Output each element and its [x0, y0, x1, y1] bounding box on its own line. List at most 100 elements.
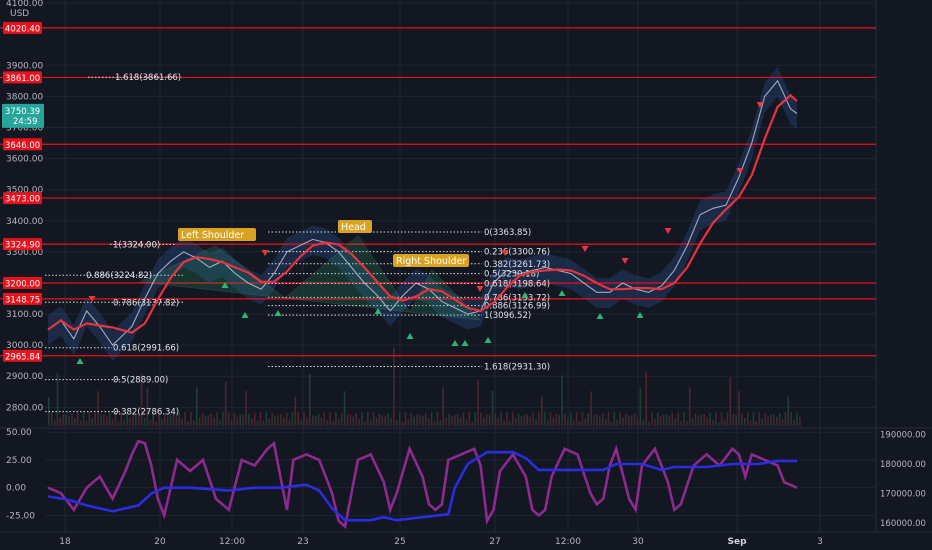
volume-bar	[224, 381, 227, 426]
volume-bar	[735, 414, 737, 426]
volume-bar	[520, 416, 523, 426]
time-tick-label: 12:00	[555, 537, 581, 547]
volume-bar	[526, 414, 529, 426]
price-chart[interactable]: 4100.003900.003800.003700.003600.003500.…	[0, 0, 932, 550]
indicator-right-tick-label: 170000.00	[880, 490, 926, 500]
volume-bar	[439, 420, 442, 426]
volume-bar	[541, 396, 543, 426]
volume-bar	[477, 379, 479, 426]
volume-bar	[343, 391, 346, 426]
volume-bar	[581, 412, 584, 426]
volume-bar	[555, 413, 558, 426]
volume-bar	[143, 417, 146, 426]
volume-bar	[500, 412, 502, 426]
fib-right-label: 0(3363.85)	[484, 228, 531, 238]
volume-bar	[210, 413, 212, 426]
volume-bar	[506, 412, 508, 426]
volume-bar	[657, 412, 659, 426]
volume-bar	[303, 412, 305, 426]
volume-bar	[387, 413, 389, 426]
volume-bar	[422, 416, 424, 426]
volume-bar	[659, 416, 662, 426]
volume-bar	[732, 414, 734, 426]
fib-left-label: 0.618(2991.66)	[113, 344, 179, 354]
volume-bar	[129, 417, 131, 426]
volume-bar	[251, 418, 253, 426]
volume-bar	[590, 391, 592, 426]
time-tick-label: 3	[817, 537, 823, 547]
time-tick-label: 12:00	[219, 537, 245, 547]
volume-bar	[674, 418, 676, 426]
volume-bar	[79, 420, 82, 426]
volume-bar	[729, 377, 732, 426]
volume-bar	[242, 414, 244, 426]
volume-bar	[755, 420, 758, 426]
volume-bar	[320, 417, 323, 426]
volume-bar	[662, 414, 665, 426]
volume-bar	[207, 415, 210, 426]
volume-bar	[639, 387, 642, 426]
volume-bar	[485, 414, 488, 426]
volume-bar	[262, 420, 265, 426]
volume-bar	[367, 412, 369, 426]
volume-bar	[253, 412, 256, 426]
chart-root: 4100.00 3900.00 3800.00 3700.00 3600.00 3500.…	[0, 0, 932, 550]
volume-bar	[265, 412, 268, 426]
volume-bar	[494, 413, 497, 426]
volume-bar	[572, 420, 575, 426]
volume-bar	[85, 420, 88, 426]
volume-bar	[274, 415, 276, 426]
volume-bar	[784, 412, 787, 426]
volume-bar	[549, 412, 552, 426]
level-label: 3473.00	[5, 195, 40, 205]
volume-bar	[413, 416, 415, 426]
volume-bar	[509, 420, 511, 426]
volume-bar	[427, 418, 430, 426]
price-tick-label: 3100.00	[6, 310, 43, 320]
volume-bar	[546, 419, 549, 426]
volume-bar	[523, 414, 526, 426]
volume-bar	[651, 412, 653, 426]
volume-bar	[723, 419, 726, 426]
volume-bar	[584, 418, 587, 426]
volume-bar	[193, 420, 195, 426]
fib-left-label: 0.786(3137.82)	[113, 298, 179, 308]
volume-bar	[425, 413, 427, 426]
volume-bar	[459, 417, 462, 426]
volume-bar	[630, 415, 633, 426]
time-tick-label: 25	[394, 537, 405, 547]
volume-bar	[53, 419, 56, 426]
volume-bar	[746, 412, 749, 426]
volume-bar	[512, 412, 514, 426]
volume-bar	[123, 419, 125, 426]
volume-bar	[396, 419, 398, 426]
pattern-label: Head	[341, 222, 366, 233]
volume-bar	[361, 412, 363, 426]
volume-bar	[625, 413, 627, 426]
volume-bar	[436, 412, 439, 426]
volume-bar	[314, 415, 317, 426]
volume-bar	[778, 412, 781, 426]
volume-bar	[416, 414, 418, 426]
volume-bar	[149, 420, 152, 426]
price-tick-label: 3400.00	[6, 217, 43, 227]
time-tick-label: 18	[59, 537, 71, 547]
indicator-tick-label: 25.00	[6, 456, 32, 466]
volume-bar	[306, 417, 308, 426]
volume-bar	[204, 415, 207, 426]
volume-bar	[773, 414, 775, 426]
volume-bar	[543, 412, 546, 426]
volume-bar	[578, 421, 581, 426]
level-label: 3324.90	[5, 241, 40, 251]
volume-bar	[799, 417, 801, 426]
volume-bar	[712, 419, 714, 426]
volume-bar	[236, 416, 239, 426]
volume-bar	[117, 421, 120, 426]
volume-bar	[419, 414, 421, 426]
volume-bar	[538, 412, 540, 426]
volume-bar	[390, 417, 392, 426]
volume-bar	[271, 413, 273, 426]
volume-bar	[245, 391, 247, 426]
time-tick-label: 30	[632, 537, 644, 547]
volume-bar	[497, 418, 500, 426]
